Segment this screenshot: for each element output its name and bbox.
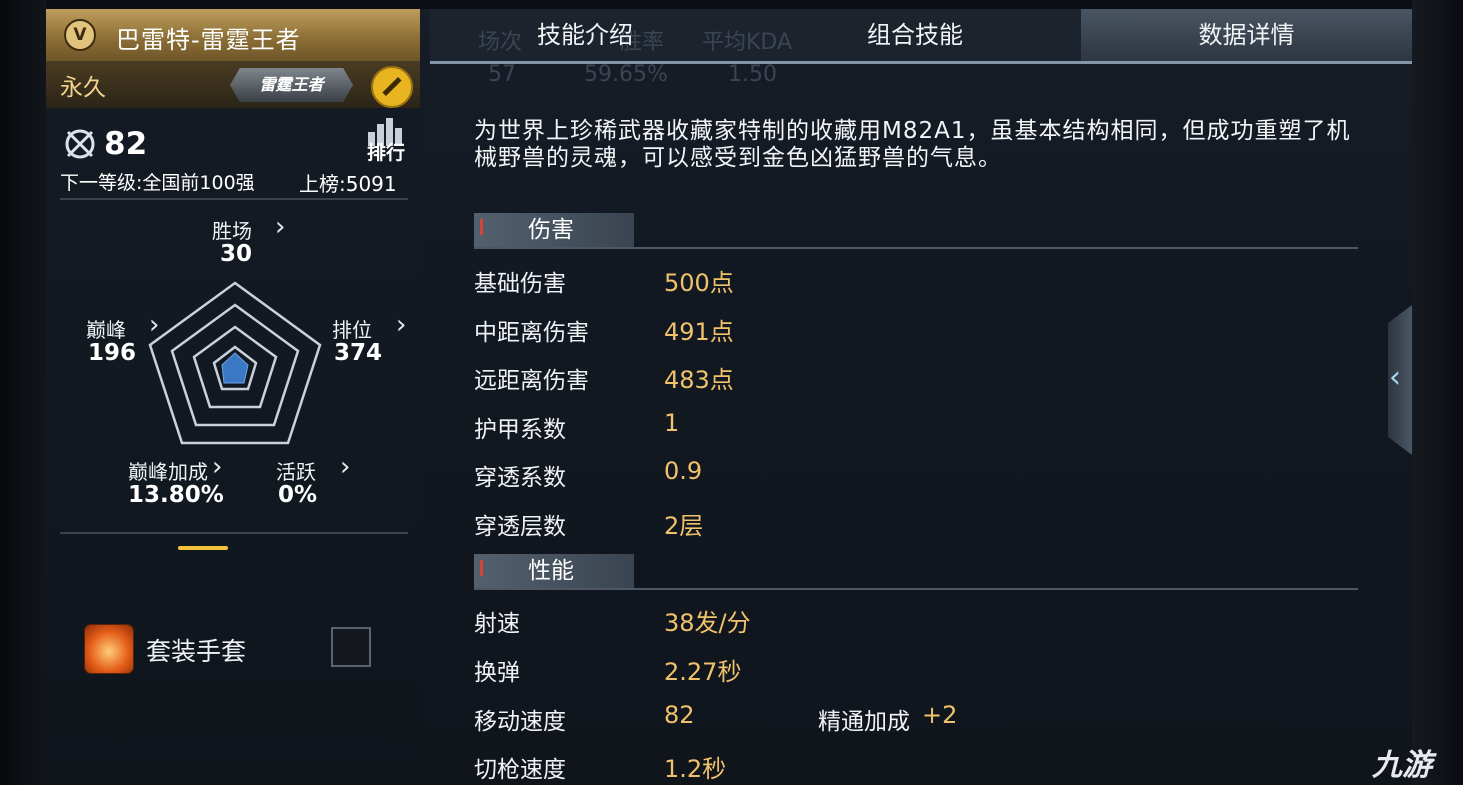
mastery-bonus-label: 精通加成 [818,709,910,735]
divider [60,532,408,534]
penetration-layers-label: 穿透层数 [474,514,566,540]
chevron-left-icon[interactable]: ‹ [1389,360,1401,395]
performance-section-header: 性能 [474,554,634,588]
base-damage-label: 基础伤害 [474,271,566,297]
prohibited-icon[interactable] [371,66,413,108]
vip-badge-icon: V [64,19,96,51]
ghost-col2-value: 59.65% [584,62,668,87]
weapon-duration: 永久 [60,75,106,101]
glove-checkbox[interactable] [331,627,371,667]
weapon-rank-number: 82 [104,126,148,162]
armor-coefficient-value: 1 [664,409,680,437]
background-right [1412,0,1463,785]
radar-value-shape [221,352,249,384]
ranked-value: 374 [334,340,383,366]
chevron-right-icon[interactable]: › [340,452,350,482]
leaderboard-entries: 上榜:5091 [299,172,397,196]
peak-bonus-label[interactable]: 巅峰加成 [128,456,208,485]
chevron-right-icon[interactable]: › [275,212,285,242]
mastery-bonus-value: +2 [922,701,958,729]
switch-speed-label: 切枪速度 [474,757,566,783]
divider [474,588,1358,590]
tab-data-details[interactable]: 数据详情 [1081,9,1412,61]
crossed-guns-icon [62,126,98,170]
peak-value: 196 [88,340,137,366]
ranked-label[interactable]: 排位 [332,314,372,343]
weapon-description: 为世界上珍稀武器收藏家特制的收藏用M82A1，虽基本结构相同，但成功重塑了机械野… [474,118,1351,171]
watermark-logo: 九游 [1372,748,1432,783]
activity-label[interactable]: 活跃 [276,456,316,485]
stats-radar-chart [148,281,322,445]
penetration-coefficient-label: 穿透系数 [474,465,566,491]
glove-label: 套装手套 [146,637,247,666]
divider [60,198,408,200]
penetration-coefficient-value: 0.9 [664,457,703,485]
next-level-text: 下一等级:全国前100强 [60,172,255,194]
divider [474,247,1358,249]
background-left [0,0,46,785]
leaderboard-label[interactable]: 排行 [362,138,410,165]
long-range-damage-value: 483点 [664,366,734,394]
weapon-title: 巴雷特-雷霆王者 [116,26,301,54]
ghost-col3-value: 1.50 [728,62,777,87]
base-damage-value: 500点 [664,269,734,297]
damage-section-header: 伤害 [474,213,634,247]
penetration-layers-value: 2层 [664,512,704,540]
tab-underline [430,61,1412,64]
page-indicator[interactable] [178,546,228,550]
chevron-right-icon[interactable]: › [396,310,406,340]
ghost-col3-label: 平均KDA [702,30,793,55]
reload-label: 换弹 [474,660,520,686]
move-speed-label: 移动速度 [474,709,566,735]
move-speed-value: 82 [664,701,695,729]
armor-coefficient-label: 护甲系数 [474,417,566,443]
switch-speed-value: 1.2秒 [664,755,727,783]
glove-icon[interactable] [84,624,134,674]
long-range-damage-label: 远距离伤害 [474,368,589,394]
wins-label[interactable]: 胜场 [212,215,252,244]
chevron-right-icon[interactable]: › [212,452,222,482]
mid-range-damage-value: 491点 [664,318,734,346]
peak-bonus-value: 13.80% [128,482,224,508]
fire-rate-value: 38发/分 [664,609,751,637]
rank-plate-badge: 雷霆王者 [230,68,353,102]
peak-label[interactable]: 巅峰 [86,314,126,343]
tab-combo-skills[interactable]: 组合技能 [810,9,1020,61]
ghost-col1-value: 57 [488,62,516,87]
activity-value: 0% [278,482,318,508]
tab-skill-intro[interactable]: 技能介绍 [480,9,690,61]
wins-value: 30 [220,241,253,267]
fire-rate-label: 射速 [474,611,520,637]
mid-range-damage-label: 中距离伤害 [474,320,589,346]
reload-value: 2.27秒 [664,658,742,686]
